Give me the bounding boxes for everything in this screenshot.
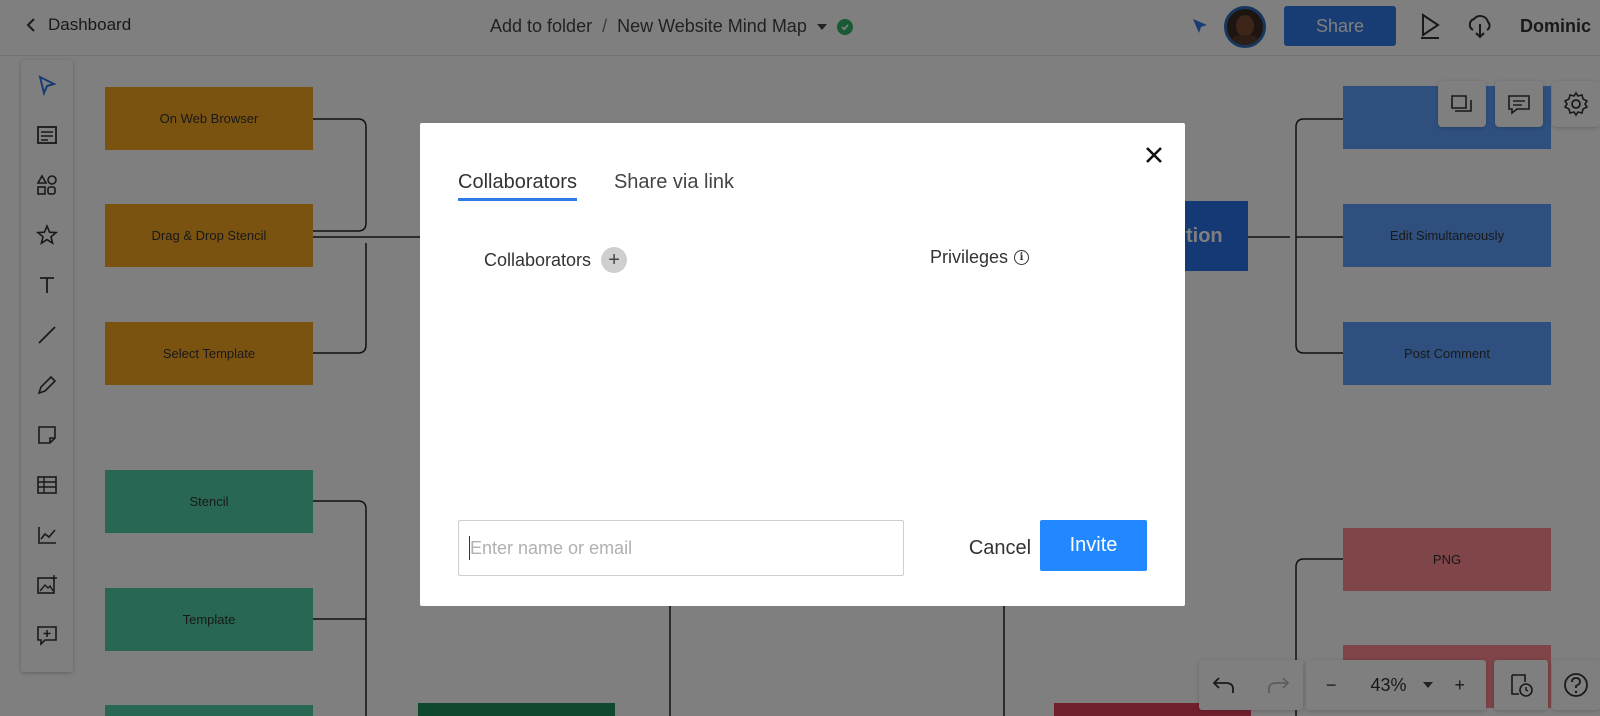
dialog-tabs: Collaborators Share via link: [458, 171, 734, 201]
collaborators-heading: Collaborators: [484, 249, 592, 270]
tab-share-via-link[interactable]: Share via link: [614, 171, 734, 201]
invite-button[interactable]: Invite: [1040, 520, 1147, 571]
close-icon[interactable]: [1140, 141, 1168, 169]
email-field[interactable]: [458, 520, 904, 576]
collaborators-header: Collaborators +: [484, 247, 628, 273]
add-collaborator-icon[interactable]: +: [601, 247, 628, 273]
share-dialog: Collaborators Share via link Collaborato…: [420, 123, 1185, 606]
tab-collaborators[interactable]: Collaborators: [458, 171, 577, 201]
privileges-heading: Privileges: [930, 247, 1009, 267]
info-icon[interactable]: i: [1014, 250, 1030, 265]
text-cursor: [469, 536, 470, 560]
privileges-header: Privileges i: [930, 247, 1030, 268]
cancel-button[interactable]: Cancel: [968, 527, 1032, 569]
